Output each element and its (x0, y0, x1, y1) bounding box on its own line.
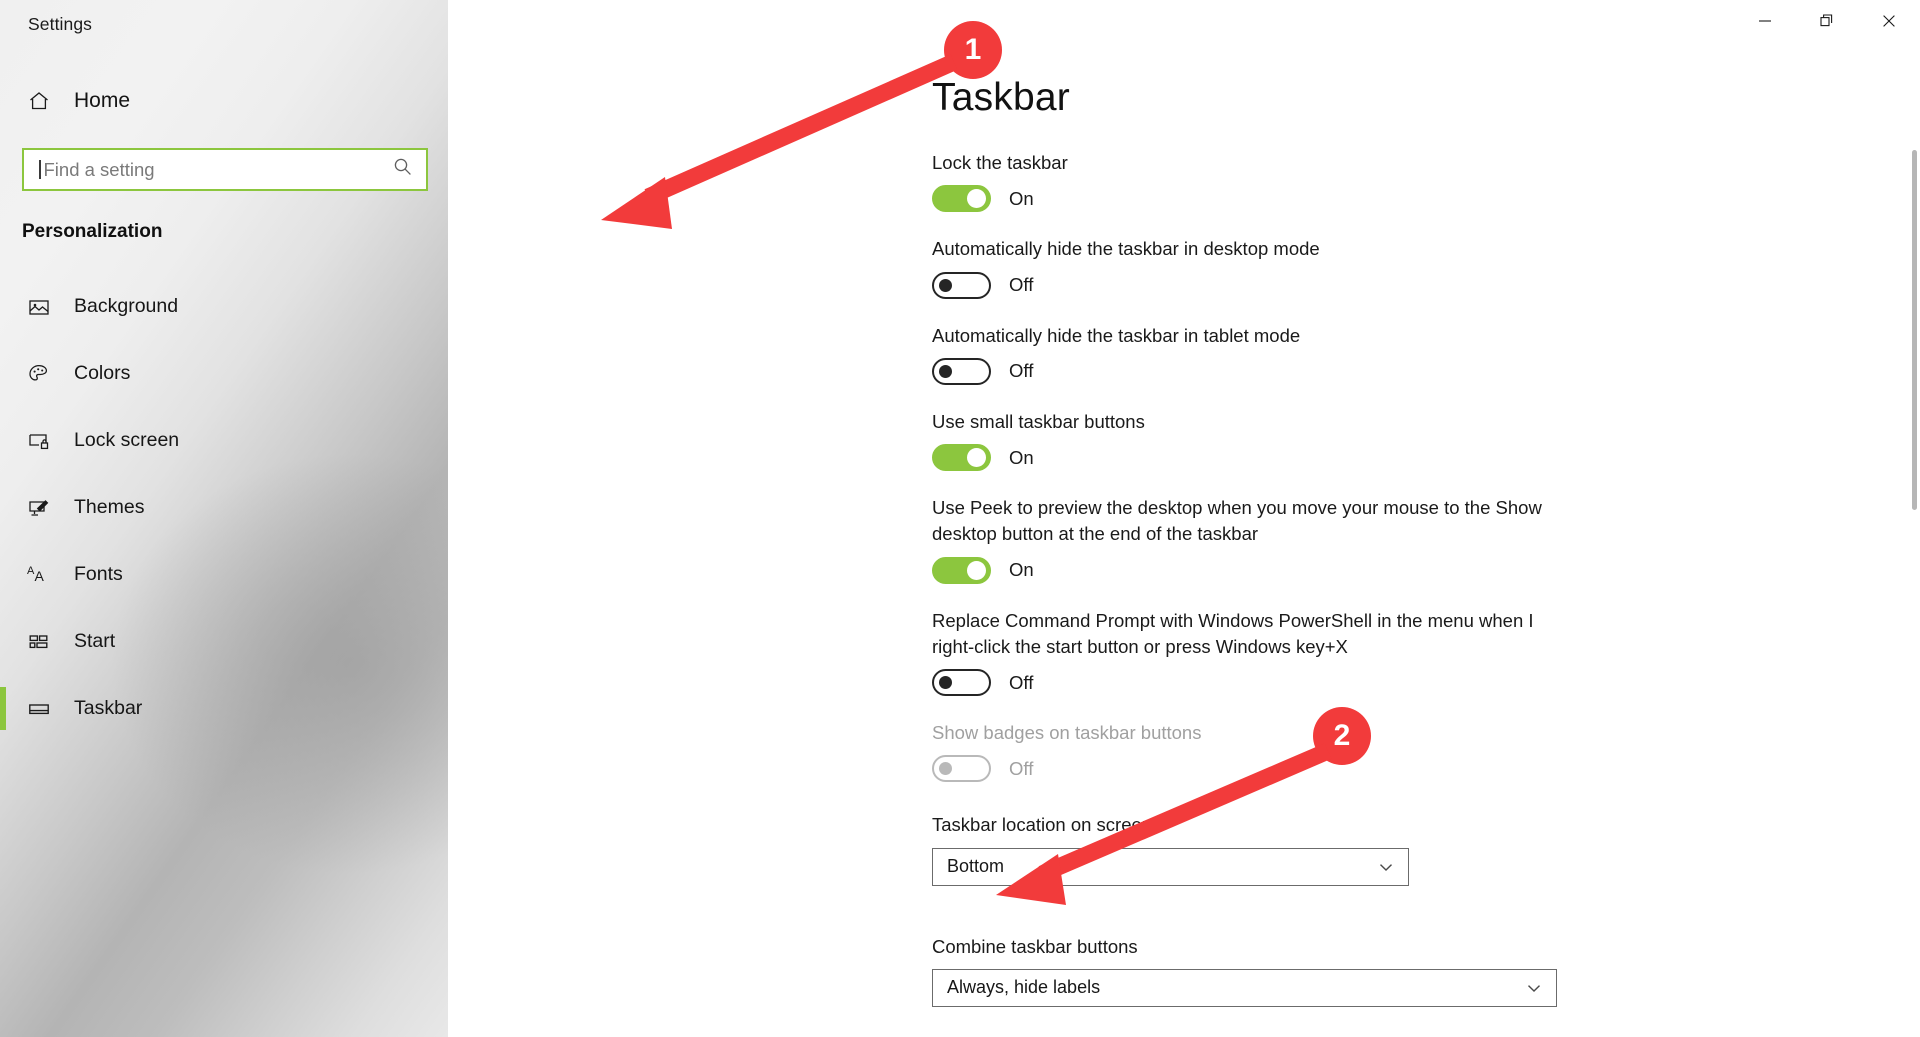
chevron-down-icon (1376, 857, 1396, 877)
toggle-knob (967, 560, 986, 580)
sidebar-item-home-label: Home (74, 89, 131, 112)
sidebar-item-colors-label: Colors (74, 362, 131, 384)
sidebar: Settings Home Find a setting Personaliza… (0, 0, 448, 1037)
sidebar-item-themes[interactable]: Themes (0, 474, 448, 541)
dropdown-value: Bottom (947, 856, 1005, 877)
setting-replace-cmd-powershell: Replace Command Prompt with Windows Powe… (932, 608, 1572, 697)
sidebar-item-lock-screen[interactable]: Lock screen (0, 407, 448, 474)
home-icon (26, 88, 52, 114)
setting-autohide-desktop: Automatically hide the taskbar in deskto… (932, 236, 1572, 299)
lock-screen-icon (26, 428, 52, 454)
sidebar-item-start[interactable]: Start (0, 608, 448, 675)
toggle-row: Off (932, 755, 1572, 783)
autohide-tablet-toggle[interactable] (932, 357, 991, 385)
toggle-row: Off (932, 357, 1572, 385)
search-box[interactable] (22, 148, 428, 191)
setting-label: Lock the taskbar (932, 152, 1068, 173)
autohide-desktop-toggle[interactable] (932, 271, 991, 299)
setting-lock-taskbar: Lock the taskbar On (932, 150, 1572, 213)
sidebar-item-lock-screen-label: Lock screen (74, 429, 180, 451)
toggle-row: Off (932, 669, 1572, 697)
settings-window: Settings Home Find a setting Personaliza… (0, 0, 1920, 1037)
minimize-button[interactable] (1734, 0, 1796, 42)
lock-taskbar-toggle[interactable] (932, 185, 991, 213)
toggle-state: On (1009, 559, 1034, 581)
toggle-row: On (932, 444, 1572, 472)
sidebar-item-themes-label: Themes (74, 496, 145, 518)
toggle-state: Off (1009, 757, 1034, 779)
sidebar-item-home[interactable]: Home (0, 79, 448, 123)
show-badges-toggle (932, 755, 991, 783)
app-title: Settings (28, 14, 93, 34)
page-title: Taskbar (932, 76, 1070, 119)
setting-label: Combine taskbar buttons (932, 935, 1138, 957)
toggle-state: On (1009, 446, 1034, 468)
setting-small-buttons: Use small taskbar buttons On (932, 409, 1572, 472)
sidebar-item-background-label: Background (74, 295, 179, 317)
sidebar-item-taskbar[interactable]: Taskbar (0, 675, 448, 742)
window-controls (1734, 0, 1920, 42)
setting-show-badges: Show badges on taskbar buttons Off (932, 720, 1572, 783)
toggle-knob (939, 364, 952, 378)
sidebar-nav: Background Colors Lock screen Themes A A… (0, 273, 448, 742)
main-content: Taskbar Lock the taskbar On Automaticall… (448, 0, 1920, 1037)
replace-cmd-toggle[interactable] (932, 669, 991, 697)
toggle-knob (967, 448, 986, 468)
sidebar-item-start-label: Start (74, 630, 116, 652)
close-button[interactable] (1858, 0, 1920, 42)
combine-buttons-dropdown[interactable]: Always, hide labels (932, 968, 1557, 1007)
toggle-knob (939, 676, 952, 690)
setting-label: Automatically hide the taskbar in deskto… (932, 238, 1320, 260)
toggle-row: On (932, 556, 1572, 584)
vertical-scrollbar[interactable] (1912, 150, 1917, 1037)
annotation-badge-1: 1 (944, 21, 1002, 79)
search-icon[interactable] (392, 156, 414, 183)
sidebar-item-colors[interactable]: Colors (0, 340, 448, 407)
svg-text:A: A (35, 568, 45, 584)
setting-label: Use Peek to preview the desktop when you… (932, 497, 1542, 545)
search-input[interactable] (43, 150, 392, 189)
setting-autohide-tablet: Automatically hide the taskbar in tablet… (932, 323, 1572, 385)
annotation-badge-2: 2 (1313, 707, 1371, 765)
setting-taskbar-location: Taskbar location on screen Bottom (932, 812, 1572, 886)
palette-icon (26, 361, 52, 387)
setting-label: Automatically hide the taskbar in tablet… (932, 324, 1301, 346)
toggle-state: Off (1009, 274, 1034, 296)
toggle-state: Off (1009, 360, 1034, 382)
sidebar-section-title: Personalization (22, 221, 163, 242)
taskbar-icon (26, 696, 52, 722)
setting-combine-buttons: Combine taskbar buttons Always, hide lab… (932, 934, 1572, 1007)
scrollbar-thumb[interactable] (1912, 150, 1917, 510)
setting-label: Replace Command Prompt with Windows Powe… (932, 609, 1534, 657)
sidebar-item-taskbar-label: Taskbar (74, 697, 143, 719)
settings-list: Lock the taskbar On Automatically hide t… (932, 150, 1572, 1031)
toggle-knob (967, 189, 986, 209)
small-buttons-toggle[interactable] (932, 444, 991, 472)
toggle-state: On (1009, 187, 1034, 209)
setting-label: Show badges on taskbar buttons (932, 722, 1202, 744)
use-peek-toggle[interactable] (932, 556, 991, 584)
fonts-icon: A A (26, 562, 52, 588)
start-icon (26, 629, 52, 655)
toggle-row: Off (932, 271, 1572, 299)
sidebar-item-background[interactable]: Background (0, 273, 448, 340)
toggle-row: On (932, 185, 1572, 213)
restore-button[interactable] (1796, 0, 1858, 42)
toggle-knob (939, 762, 952, 776)
themes-icon (26, 495, 52, 521)
sidebar-item-fonts-label: Fonts (74, 563, 123, 585)
taskbar-location-dropdown[interactable]: Bottom (932, 847, 1409, 886)
toggle-knob (939, 278, 952, 292)
chevron-down-icon (1524, 978, 1544, 998)
setting-use-peek: Use Peek to preview the desktop when you… (932, 495, 1572, 584)
setting-label: Use small taskbar buttons (932, 410, 1145, 432)
setting-label: Taskbar location on screen (932, 814, 1153, 836)
toggle-state: Off (1009, 671, 1034, 693)
image-icon (26, 294, 52, 320)
dropdown-value: Always, hide labels (947, 977, 1101, 998)
search-caret (39, 160, 41, 179)
sidebar-item-fonts[interactable]: A A Fonts (0, 541, 448, 608)
